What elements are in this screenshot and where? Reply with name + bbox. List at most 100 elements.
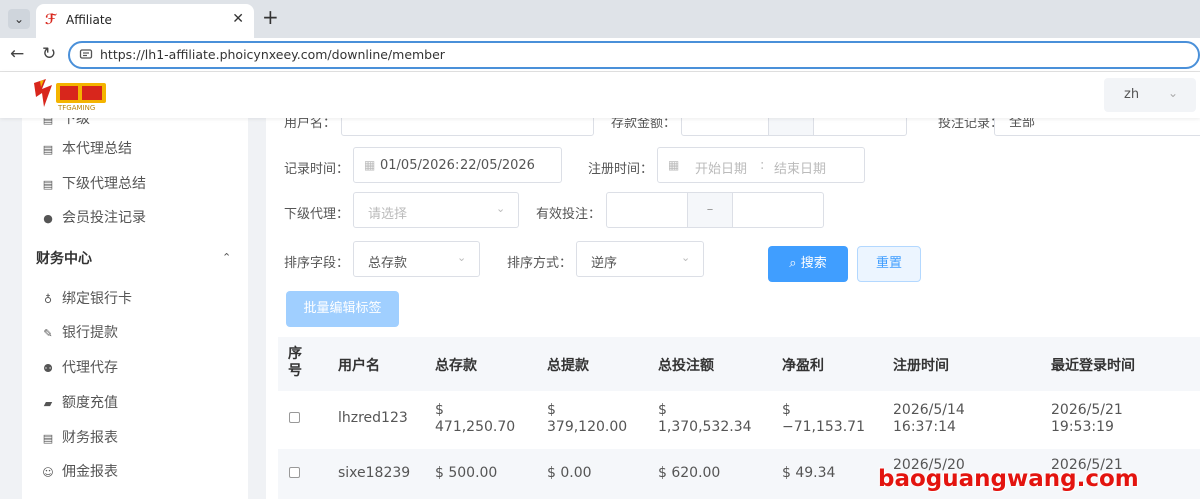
bet-record-value: 全部 <box>1009 118 1036 130</box>
sidebar-item-label: 银行提款 <box>62 325 118 341</box>
sort-order-value: 逆序 <box>591 256 618 271</box>
site-info-icon[interactable] <box>79 47 93 61</box>
calendar-icon: ▦ <box>668 158 680 172</box>
register-time-cell: 2026/5/14 16:37:14 <box>893 402 965 435</box>
sidebar-item-agent-summary[interactable]: ▤ 本代理总结 <box>40 139 132 159</box>
username-label: 用户名： <box>284 118 337 131</box>
tfgaming-logo: TFGAMING <box>34 79 106 112</box>
chevron-up-icon[interactable]: ⌃ <box>222 251 231 264</box>
bet-cell: $ 1,370,532.34 <box>658 402 752 435</box>
batch-edit-tags-button[interactable]: 批量编辑标签 <box>286 291 399 327</box>
app-header: TFGAMING zh ⌄ <box>0 72 1200 118</box>
user-icon: ☺ <box>42 466 54 479</box>
column-header: 序号 <box>288 346 302 379</box>
column-header: 总存款 <box>435 358 477 374</box>
valid-bet-range-input[interactable]: – <box>606 192 824 228</box>
clock-icon: ● <box>43 212 53 225</box>
deposit-label: 存款金额： <box>611 118 677 131</box>
row-checkbox[interactable] <box>289 412 300 423</box>
column-header: 总投注额 <box>658 358 714 374</box>
last-login-cell: 2026/5/21 19:53:19 <box>1051 402 1123 435</box>
back-arrow-icon[interactable]: ← <box>10 44 24 64</box>
browser-tab-bar: ⌄ ℱ Affiliate ✕ + <box>0 0 1200 38</box>
date-separator: : <box>455 158 460 173</box>
sort-order-select[interactable]: 逆序 ⌄ <box>576 241 704 277</box>
deposit-cell: $ 471,250.70 <box>435 402 516 435</box>
register-time-label: 注册时间： <box>588 162 654 177</box>
deposit-range-input[interactable]: – <box>681 118 907 136</box>
sub-agent-label: 下级代理： <box>284 207 350 222</box>
tab-list-chevron-icon[interactable]: ⌄ <box>8 9 30 29</box>
chevron-down-icon: ⌄ <box>681 251 691 264</box>
sidebar-item-credit-topup[interactable]: ▰ 额度充值 <box>40 393 118 413</box>
sidebar-item-sub-agent-summary[interactable]: ▤ 下级代理总结 <box>40 174 146 194</box>
sidebar-item-label: 下级代理总结 <box>62 176 146 192</box>
column-header: 注册时间 <box>893 358 949 374</box>
sidebar-item-commission-report[interactable]: ☺ 佣金报表 <box>40 462 118 482</box>
search-button[interactable]: ⌕ 搜索 <box>768 246 848 282</box>
column-header: 用户名 <box>338 358 380 374</box>
url-text: https://lh1-affiliate.phoicynxeey.com/do… <box>100 47 445 62</box>
username-cell: lhzred123 <box>338 410 408 426</box>
sort-field-select[interactable]: 总存款 ⌄ <box>353 241 480 277</box>
column-header: 净盈利 <box>782 358 824 374</box>
language-select[interactable]: zh ⌄ <box>1104 78 1196 112</box>
document-icon: ▤ <box>42 118 54 126</box>
sidebar-item-label: 佣金报表 <box>62 464 118 480</box>
close-tab-icon[interactable]: ✕ <box>232 11 244 27</box>
withdraw-cell: $ 0.00 <box>547 465 592 481</box>
date-separator: : <box>760 158 765 173</box>
column-header: 最近登录时间 <box>1051 358 1135 374</box>
document-icon: ▤ <box>42 432 54 445</box>
sidebar-item-agent-deposit[interactable]: ⚉ 代理代存 <box>40 358 118 378</box>
chevron-down-icon: ⌄ <box>496 202 506 215</box>
browser-tab[interactable]: ℱ Affiliate ✕ <box>36 4 254 38</box>
search-icon: ⌕ <box>789 256 797 271</box>
register-time-range[interactable]: ▦ 开始日期 : 结束日期 <box>657 147 865 183</box>
record-time-start: 01/05/2026 <box>380 158 455 173</box>
range-separator: – <box>768 118 814 135</box>
column-header: 总提款 <box>547 358 589 374</box>
sidebar-item-member-bets[interactable]: ● 会员投注记录 <box>40 208 146 228</box>
record-time-label: 记录时间： <box>284 162 350 177</box>
table-row[interactable]: lhzred123 $ 471,250.70 $ 379,120.00 $ 1,… <box>278 391 1200 449</box>
sidebar-item-finance-report[interactable]: ▤ 财务报表 <box>40 428 118 448</box>
sidebar-item-bank-withdraw[interactable]: ✎ 银行提款 <box>40 323 118 343</box>
reset-button[interactable]: 重置 <box>857 246 921 282</box>
member-content: 用户名： 存款金额： – 投注记录： 全部 记录时间： ▦ 01/05/2026… <box>266 118 1200 499</box>
address-bar: ← ↻ https://lh1-affiliate.phoicynxeey.co… <box>0 38 1200 72</box>
bet-record-select[interactable]: 全部 <box>994 118 1200 136</box>
sidebar-item-clipped[interactable]: ▤ 下级 <box>40 118 90 129</box>
url-field[interactable]: https://lh1-affiliate.phoicynxeey.com/do… <box>68 41 1200 69</box>
search-button-label: 搜索 <box>800 256 827 271</box>
sort-field-label: 排序字段： <box>284 256 350 271</box>
edit-icon: ✎ <box>43 327 53 340</box>
sidebar-item-bind-bank-card[interactable]: ♁ 绑定银行卡 <box>40 289 132 309</box>
affiliate-favicon-icon: ℱ <box>45 12 57 28</box>
reload-icon[interactable]: ↻ <box>42 44 56 64</box>
users-icon: ⚉ <box>43 362 53 375</box>
register-end-placeholder: 结束日期 <box>774 162 827 177</box>
sidebar-item-label: 会员投注记录 <box>62 210 146 226</box>
tab-title: Affiliate <box>66 13 112 27</box>
sidebar-item-label: 绑定银行卡 <box>62 291 132 307</box>
withdraw-cell: $ 379,120.00 <box>547 402 628 435</box>
sub-agent-placeholder: 请选择 <box>368 207 408 222</box>
profit-cell: $ 49.34 <box>782 465 836 481</box>
sidebar-group-finance[interactable]: 财务中心 <box>36 248 92 268</box>
sort-field-value: 总存款 <box>368 256 408 271</box>
sub-agent-select[interactable]: 请选择 ⌄ <box>353 192 519 228</box>
table-header: 序号 用户名 总存款 总提款 总投注额 净盈利 注册时间 最近登录时间 <box>278 337 1200 391</box>
document-icon: ▤ <box>42 143 54 156</box>
username-input[interactable] <box>341 118 594 136</box>
watermark: baoguangwang.com <box>878 466 1139 492</box>
valid-bet-label: 有效投注： <box>536 207 602 222</box>
new-tab-button[interactable]: + <box>262 7 279 27</box>
row-checkbox[interactable] <box>289 467 300 478</box>
record-time-range[interactable]: ▦ 01/05/2026 : 22/05/2026 <box>353 147 562 183</box>
sidebar-item-label: 财务报表 <box>62 430 118 446</box>
language-value: zh <box>1124 87 1140 102</box>
wallet-icon: ▰ <box>43 397 53 410</box>
bet-cell: $ 620.00 <box>658 465 721 481</box>
calendar-icon: ▦ <box>364 158 376 172</box>
